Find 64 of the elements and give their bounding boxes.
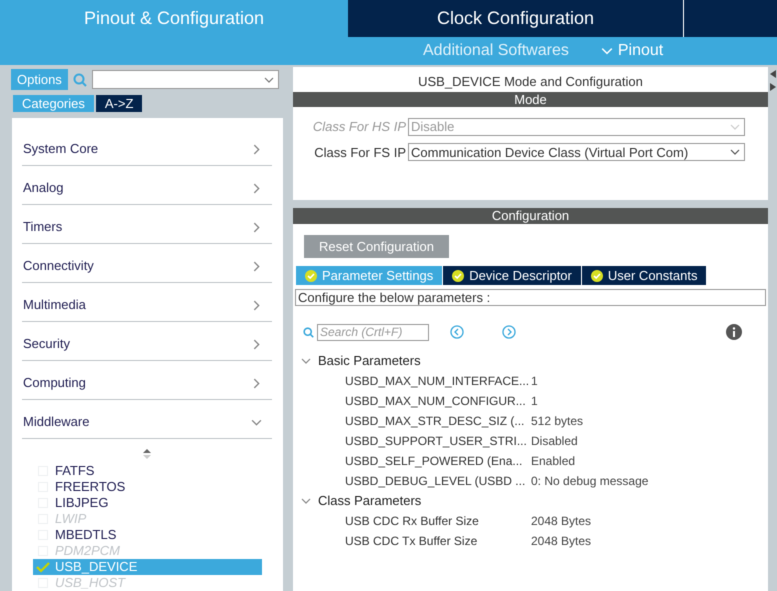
software-list-item[interactable]: FATFS — [33, 463, 262, 479]
view-tab[interactable]: A->Z — [96, 95, 142, 112]
category-item[interactable]: Connectivity — [22, 244, 272, 283]
field-label: Class For HS IP — [312, 118, 407, 136]
chevron-down-icon — [264, 74, 274, 84]
field-label: Class For FS IP — [313, 144, 407, 162]
section-header: Mode — [293, 92, 768, 107]
category-item[interactable]: Computing — [22, 361, 272, 400]
chevron-down-icon — [730, 122, 740, 132]
parameter-name: USB CDC Tx Buffer Size — [345, 533, 478, 550]
software-list-item[interactable]: MBEDTLS — [33, 527, 262, 543]
sort-icon[interactable] — [143, 449, 151, 459]
previous-icon[interactable] — [450, 325, 464, 339]
info-icon[interactable] — [726, 324, 742, 340]
category-item[interactable]: Middleware — [22, 400, 272, 439]
chevron-right-icon — [251, 182, 262, 194]
config-tab[interactable]: User Constants — [582, 266, 706, 285]
category-item[interactable]: Security — [22, 322, 272, 361]
category-item[interactable]: Timers — [22, 205, 272, 244]
next-icon[interactable] — [502, 325, 516, 339]
category-item[interactable]: Multimedia — [22, 283, 272, 322]
description-text: Configure the below parameters : — [295, 289, 766, 306]
software-list-item[interactable]: LIBJPEG — [33, 495, 262, 511]
software-list-item[interactable]: FREERTOS — [33, 479, 262, 495]
select-field[interactable]: Communication Device Class (Virtual Port Com) — [408, 143, 745, 162]
parameter-value: 2048 Bytes — [531, 513, 592, 530]
chevron-right-icon — [251, 222, 262, 232]
category-item[interactable]: System Core — [22, 127, 272, 166]
parameter-value: 2048 Bytes — [531, 533, 592, 550]
chevron-right-icon — [251, 300, 262, 310]
chevron-right-icon — [251, 144, 262, 154]
section-header: Configuration — [293, 208, 768, 224]
search-icon — [303, 326, 314, 338]
config-tab[interactable]: Device Descriptor — [443, 266, 581, 285]
parameter-name: USBD_MAX_NUM_CONFIGUR... — [345, 393, 527, 410]
panel-title: USB_DEVICE Mode and Configuration — [417, 73, 644, 90]
chevron-right-icon — [251, 260, 262, 272]
parameter-value: 512 bytes — [531, 413, 584, 430]
chevron-right-icon — [251, 338, 262, 350]
parameter-value: Disabled — [531, 433, 578, 450]
parameter-name: USBD_SUPPORT_USER_STRI... — [345, 433, 528, 450]
parameter-name: USBD_MAX_STR_DESC_SIZ (... — [345, 413, 526, 430]
check-circle-icon — [590, 270, 603, 282]
chevron-down-icon — [730, 147, 740, 158]
chevron-down-icon — [600, 45, 613, 57]
check-circle-icon — [305, 270, 317, 282]
left-arrow-icon[interactable] — [770, 70, 776, 78]
search-input[interactable]: Search (Crtl+F) — [317, 324, 429, 340]
right-arrow-icon[interactable] — [770, 83, 776, 91]
chevron-right-icon — [251, 378, 262, 388]
parameter-value: Enabled — [531, 453, 576, 470]
parameter-name: USBD_DEBUG_LEVEL (USBD ... — [345, 473, 526, 490]
parameter-name: USB CDC Rx Buffer Size — [345, 513, 480, 530]
parameter-value: 1 — [531, 393, 538, 410]
search-icon — [72, 72, 87, 86]
parameter-value: 1 — [531, 373, 538, 390]
category-item[interactable]: Analog — [22, 166, 272, 205]
parameter-name: USBD_SELF_POWERED (Ena... — [345, 453, 524, 470]
search-combobox[interactable] — [92, 70, 279, 89]
group-label: Class Parameters — [318, 492, 422, 510]
parameter-name: USBD_MAX_NUM_INTERFACE... — [345, 373, 530, 390]
group-label: Basic Parameters — [318, 352, 421, 370]
parameter-value: 0: No debug message — [531, 473, 648, 490]
check-circle-icon — [452, 270, 464, 282]
